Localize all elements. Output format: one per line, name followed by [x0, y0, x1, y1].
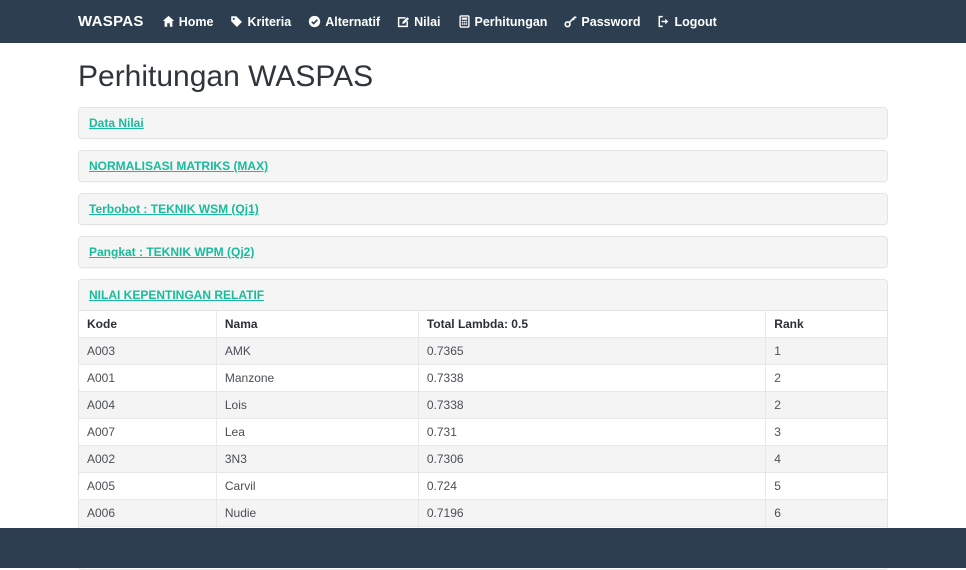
- col-header-nama: Nama: [215, 311, 419, 338]
- table-row: A002 3N3 0.7306 4: [79, 445, 887, 473]
- panel-link-pangkat-wpm[interactable]: Pangkat : TEKNIK WPM (Qj2): [89, 245, 254, 259]
- table-row: A005 Carvil 0.724 5: [79, 472, 887, 500]
- panel-terbobot-wsm: Terbobot : TEKNIK WSM (Qj1): [78, 193, 888, 225]
- cell-kode: A002: [79, 445, 217, 473]
- nav-item-logout[interactable]: Logout: [657, 14, 717, 29]
- panel-link-data-nilai[interactable]: Data Nilai: [89, 116, 144, 130]
- key-icon: [564, 15, 578, 28]
- cell-rank: 2: [765, 364, 887, 392]
- nav-item-nilai[interactable]: Nilai: [397, 14, 441, 29]
- nav-item-password[interactable]: Password: [564, 15, 640, 29]
- panel-normalisasi-matriks: NORMALISASI MATRIKS (MAX): [78, 150, 888, 182]
- cell-lambda: 0.7306: [417, 445, 767, 473]
- table-header-row: Kode Nama Total Lambda: 0.5 Rank: [79, 311, 887, 338]
- cell-rank: 3: [765, 418, 887, 446]
- nav-item-label: Home: [178, 14, 214, 29]
- cell-rank: 4: [765, 445, 887, 473]
- calculator-icon: [458, 15, 471, 28]
- cell-kode: A007: [79, 418, 217, 446]
- cell-nama: Manzone: [215, 364, 419, 392]
- col-header-kode: Kode: [79, 311, 217, 338]
- table-row: A003 AMK 0.7365 1: [79, 337, 887, 365]
- cell-kode: A003: [79, 337, 217, 365]
- cell-lambda: 0.731: [417, 418, 767, 446]
- table-row: A004 Lois 0.7338 2: [79, 391, 887, 419]
- nav-item-label: Alternatif: [325, 14, 381, 29]
- nav-item-label: Perhitungan: [474, 14, 548, 29]
- nav-item-label: Kriteria: [247, 14, 292, 29]
- cell-lambda: 0.7338: [417, 364, 767, 392]
- home-icon: [162, 15, 175, 28]
- cell-rank: 6: [765, 499, 887, 527]
- panel-data-nilai: Data Nilai: [78, 107, 888, 139]
- panel-link-normalisasi-matriks[interactable]: NORMALISASI MATRIKS (MAX): [89, 159, 268, 173]
- col-header-total-lambda: Total Lambda: 0.5: [417, 311, 767, 338]
- nav-items: Home Kriteria Alternatif Nilai Perhitung…: [162, 15, 717, 29]
- cell-lambda: 0.7365: [417, 337, 767, 365]
- page-title: Perhitungan WASPAS: [78, 60, 374, 93]
- main-content: Perhitungan WASPAS Data Nilai NORMALISAS…: [78, 60, 888, 570]
- cell-nama: 3N3: [215, 445, 419, 473]
- nav-item-kriteria[interactable]: Kriteria: [230, 15, 291, 29]
- cell-nama: AMK: [215, 337, 419, 365]
- panel-pangkat-wpm: Pangkat : TEKNIK WPM (Qj2): [78, 236, 888, 268]
- cell-kode: A005: [79, 472, 217, 500]
- brand-waspas[interactable]: WASPAS: [78, 13, 144, 30]
- col-header-rank: Rank: [765, 311, 887, 338]
- nav-item-label: Logout: [674, 14, 717, 29]
- nav-item-label: Password: [581, 14, 641, 29]
- cell-nama: Carvil: [215, 472, 419, 500]
- cell-rank: 5: [765, 472, 887, 500]
- cell-lambda: 0.724: [417, 472, 767, 500]
- cell-nama: Nudie: [215, 499, 419, 527]
- check-circle-icon: [308, 15, 321, 28]
- cell-lambda: 0.7196: [417, 499, 767, 527]
- nav-item-perhitungan[interactable]: Perhitungan: [458, 14, 548, 29]
- cell-kode: A004: [79, 391, 217, 419]
- table-row: A007 Lea 0.731 3: [79, 418, 887, 446]
- edit-icon: [397, 15, 410, 28]
- nav-item-home[interactable]: Home: [162, 14, 214, 29]
- cell-rank: 1: [765, 337, 887, 365]
- cell-kode: A006: [79, 499, 217, 527]
- footer-bar: [0, 528, 966, 568]
- table-row: A006 Nudie 0.7196 6: [79, 499, 887, 527]
- tag-icon: [230, 15, 243, 28]
- panel-nilai-kepentingan-relatif: NILAI KEPENTINGAN RELATIF Kode Nama Tota…: [78, 279, 888, 570]
- navbar: WASPAS Home Kriteria Alternatif Nilai Pe…: [0, 0, 966, 43]
- results-table: Kode Nama Total Lambda: 0.5 Rank A003 AM…: [79, 311, 887, 527]
- cell-rank: 2: [765, 391, 887, 419]
- panel-link-terbobot-wsm[interactable]: Terbobot : TEKNIK WSM (Qj1): [89, 202, 259, 216]
- logout-icon: [657, 15, 670, 28]
- cell-lambda: 0.7338: [417, 391, 767, 419]
- nav-item-alternatif[interactable]: Alternatif: [308, 15, 380, 29]
- table-row: A001 Manzone 0.7338 2: [79, 364, 887, 392]
- panel-link-nilai-kepentingan-relatif[interactable]: NILAI KEPENTINGAN RELATIF: [89, 288, 264, 302]
- cell-kode: A001: [79, 364, 217, 392]
- nav-item-label: Nilai: [414, 14, 441, 29]
- cell-nama: Lea: [215, 418, 419, 446]
- cell-nama: Lois: [215, 391, 419, 419]
